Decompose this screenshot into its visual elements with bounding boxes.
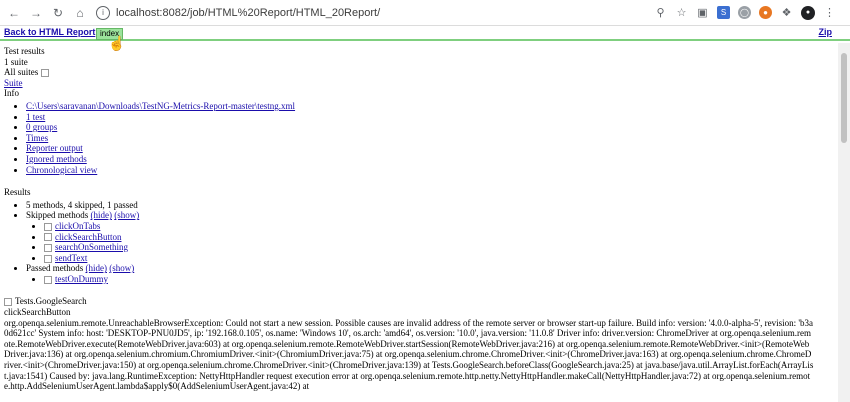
- site-info-icon[interactable]: i: [96, 5, 110, 20]
- stack-trace: org.openqa.selenium.remote.UnreachableBr…: [4, 317, 814, 392]
- broken-image-icon: [44, 222, 52, 231]
- zoom-icon[interactable]: ⚲: [654, 6, 667, 19]
- info-item: Chronological view: [26, 165, 824, 176]
- passed-methods-list: testOnDummy: [26, 274, 824, 285]
- method-link[interactable]: testOnDummy: [55, 274, 108, 284]
- class-name: Tests.GoogleSearch: [15, 296, 87, 307]
- skipped-show-link[interactable]: (show): [114, 210, 139, 220]
- info-item: Ignored methods: [26, 154, 824, 165]
- info-item: 1 test: [26, 112, 824, 123]
- results-summary: 5 methods, 4 skipped, 1 passed: [26, 200, 824, 211]
- skipped-methods-item: Skipped methods (hide) (show) clickOnTab…: [26, 210, 824, 263]
- info-item: Reporter output: [26, 143, 824, 154]
- info-item: 0 groups: [26, 122, 824, 133]
- profile-avatar[interactable]: ●: [801, 5, 815, 20]
- method-name: clickSearchButton: [4, 307, 71, 318]
- scrollbar-thumb[interactable]: [841, 53, 847, 143]
- broken-image-icon: [44, 233, 52, 242]
- home-icon[interactable]: ⌂: [72, 5, 88, 21]
- reload-icon[interactable]: ↻: [50, 5, 66, 21]
- class-heading: Tests.GoogleSearch: [4, 296, 824, 307]
- url-text: localhost:8082/job/HTML%20Report/HTML_20…: [116, 6, 381, 19]
- browser-toolbar: ← → ↻ ⌂ i localhost:8082/job/HTML%20Repo…: [0, 0, 850, 26]
- times-link[interactable]: Times: [26, 133, 48, 143]
- list-item: testOnDummy: [44, 274, 824, 285]
- skipped-methods-list: clickOnTabs clickSearchButton searchOnSo…: [26, 221, 824, 263]
- broken-image-icon: [4, 298, 12, 307]
- method-link[interactable]: clickSearchButton: [55, 232, 121, 242]
- info-label: Info: [4, 88, 19, 99]
- results-label: Results: [4, 187, 31, 198]
- address-bar[interactable]: i localhost:8082/job/HTML%20Report/HTML_…: [96, 3, 654, 23]
- extension-orange-icon[interactable]: ●: [759, 6, 772, 19]
- all-suites-label: All suites: [4, 67, 39, 78]
- puzzle-icon[interactable]: ❖: [780, 6, 793, 19]
- method-link[interactable]: sendText: [55, 253, 87, 263]
- star-icon[interactable]: ☆: [675, 6, 688, 19]
- passed-hide-link[interactable]: (hide): [86, 263, 108, 273]
- zip-link[interactable]: Zip: [819, 27, 833, 37]
- ignored-methods-link[interactable]: Ignored methods: [26, 154, 87, 164]
- all-suites-row: All suites: [4, 67, 824, 78]
- info-item: Times: [26, 133, 824, 144]
- vertical-scrollbar[interactable]: [838, 43, 850, 402]
- broken-image-icon: [44, 244, 52, 253]
- skipped-hide-link[interactable]: (hide): [91, 210, 113, 220]
- skipped-methods-label: Skipped methods: [26, 210, 89, 221]
- menu-dots-icon[interactable]: ⋮: [823, 6, 836, 19]
- testng-xml-link[interactable]: C:\Users\saravanan\Downloads\TestNG-Metr…: [26, 101, 295, 111]
- broken-image-icon: [44, 275, 52, 284]
- method-link[interactable]: searchOnSomething: [55, 242, 128, 252]
- method-link[interactable]: clickOnTabs: [55, 221, 100, 231]
- report-content: Test results 1 suite All suites Suite In…: [4, 46, 824, 392]
- screenshot-extension-icon[interactable]: ▣: [696, 6, 709, 19]
- passed-methods-item: Passed methods (hide) (show) testOnDummy: [26, 263, 824, 284]
- list-item: searchOnSomething: [44, 242, 824, 253]
- broken-image-icon: [44, 254, 52, 263]
- passed-methods-label: Passed methods: [26, 263, 84, 274]
- forward-arrow-icon[interactable]: →: [28, 5, 44, 21]
- extension-blue-icon[interactable]: S: [717, 6, 730, 19]
- list-item: clickOnTabs: [44, 221, 824, 232]
- chronological-view-link[interactable]: Chronological view: [26, 165, 97, 175]
- passed-show-link[interactable]: (show): [109, 263, 134, 273]
- back-arrow-icon[interactable]: ←: [6, 5, 22, 21]
- broken-image-icon[interactable]: [40, 69, 49, 78]
- info-list: C:\Users\saravanan\Downloads\TestNG-Metr…: [4, 101, 824, 175]
- back-to-report-link[interactable]: Back to HTML Report: [4, 27, 95, 37]
- test-results-label: Test results: [4, 46, 45, 56]
- list-item: sendText: [44, 253, 824, 264]
- reporter-output-link[interactable]: Reporter output: [26, 143, 83, 153]
- info-item: C:\Users\saravanan\Downloads\TestNG-Metr…: [26, 101, 824, 112]
- results-list: 5 methods, 4 skipped, 1 passed Skipped m…: [4, 200, 824, 285]
- report-topbar: Back to HTML Report index Zip: [0, 26, 850, 41]
- suite-link[interactable]: Suite: [4, 78, 23, 88]
- extension-grey-icon[interactable]: ◯: [738, 6, 751, 19]
- suite-count: 1 suite: [4, 56, 28, 67]
- tests-link[interactable]: 1 test: [26, 112, 45, 122]
- groups-link[interactable]: 0 groups: [26, 122, 57, 132]
- list-item: clickSearchButton: [44, 232, 824, 243]
